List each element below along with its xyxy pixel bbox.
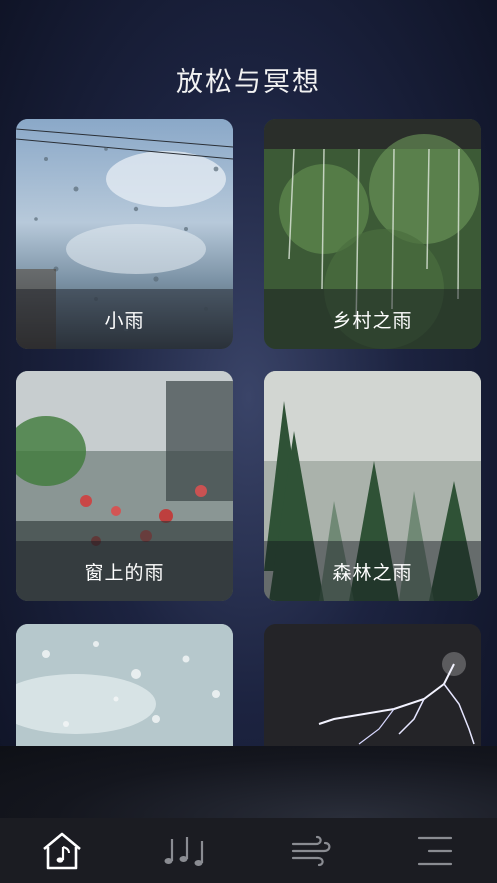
bottom-fade <box>0 746 497 818</box>
card-label: 森林之雨 <box>264 541 481 601</box>
card-label: 小雨 <box>16 289 233 349</box>
home-music-icon <box>43 832 81 869</box>
tab-menu[interactable] <box>373 818 497 883</box>
menu-icon <box>417 836 452 865</box>
tab-music[interactable] <box>124 818 248 883</box>
card-label: 窗上的雨 <box>16 541 233 601</box>
sound-card-thunderstorm[interactable] <box>264 624 481 746</box>
sound-grid: 小雨 乡村之雨 窗上的雨 森林之雨 <box>0 0 497 746</box>
sound-card-heavy-rain[interactable] <box>16 624 233 746</box>
heavy-rain-image <box>16 624 233 746</box>
bottom-tab-bar <box>0 818 497 883</box>
thunderstorm-image <box>264 624 481 746</box>
tab-wind[interactable] <box>249 818 373 883</box>
sound-card-forest-rain[interactable]: 森林之雨 <box>264 371 481 601</box>
tab-home[interactable] <box>0 818 124 883</box>
sound-card-light-rain[interactable]: 小雨 <box>16 119 233 349</box>
card-label: 乡村之雨 <box>264 289 481 349</box>
music-notes-icon <box>164 836 204 866</box>
sound-card-window-rain[interactable]: 窗上的雨 <box>16 371 233 601</box>
wind-icon <box>291 835 331 866</box>
sound-card-country-rain[interactable]: 乡村之雨 <box>264 119 481 349</box>
